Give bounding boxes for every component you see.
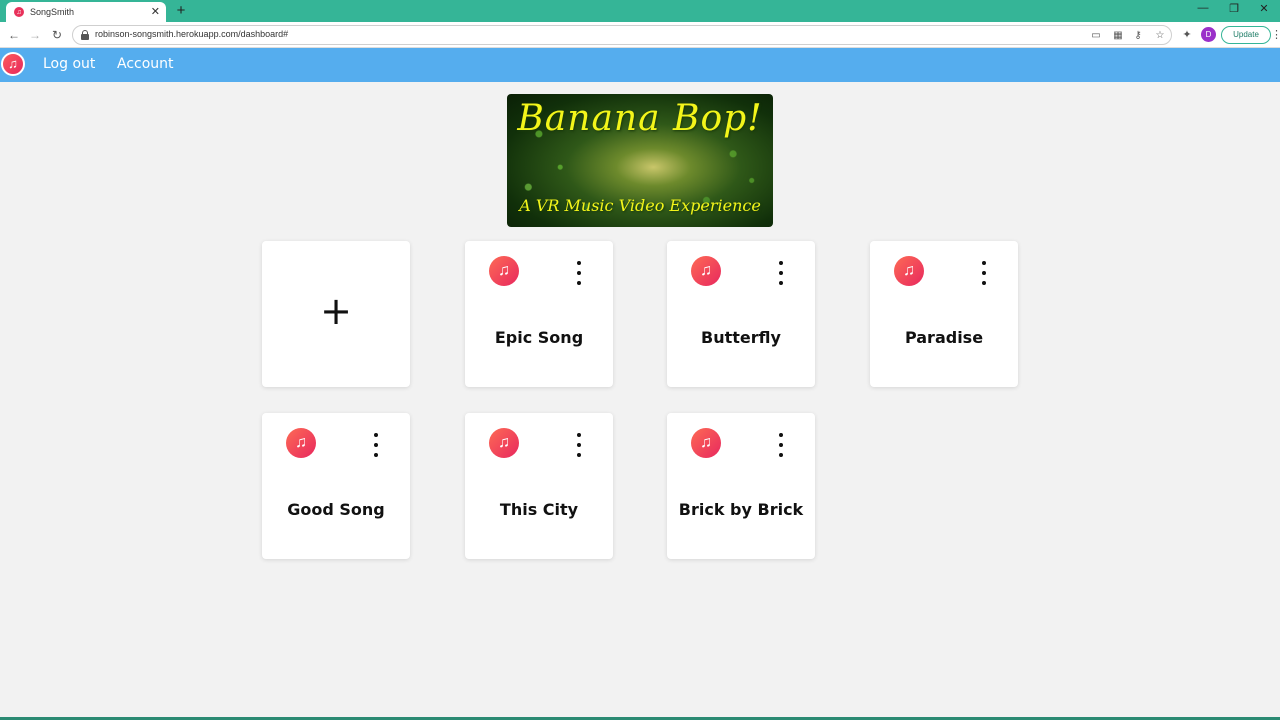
new-tab-button[interactable]: + xyxy=(172,2,190,20)
lock-icon xyxy=(81,30,89,40)
kebab-menu-icon[interactable] xyxy=(771,433,791,457)
music-note-icon[interactable]: ♫ xyxy=(1,52,25,76)
address-bar[interactable]: robinson-songsmith.herokuapp.com/dashboa… xyxy=(72,25,1172,45)
add-song-card[interactable]: + xyxy=(262,241,410,387)
cast-icon[interactable]: ▭ xyxy=(1089,29,1103,43)
browser-tab[interactable]: ♫ SongSmith ✕ xyxy=(6,2,166,22)
reload-icon[interactable]: ↻ xyxy=(48,26,66,44)
browser-tabstrip: ♫ SongSmith ✕ + — ❐ ✕ xyxy=(0,0,1280,22)
banana-bop-banner[interactable]: Banana Bop! A VR Music Video Experience xyxy=(507,94,773,227)
restore-button[interactable]: ❐ xyxy=(1219,2,1249,18)
song-title: Paradise xyxy=(904,328,984,347)
songsmith-favicon-icon: ♫ xyxy=(14,7,24,17)
music-note-icon: ♫ xyxy=(691,256,721,286)
app-navbar: ♫ Log out Account xyxy=(0,48,1280,82)
music-note-icon: ♫ xyxy=(894,256,924,286)
update-button[interactable]: Update xyxy=(1221,26,1271,44)
logout-link[interactable]: Log out xyxy=(43,56,95,72)
song-card[interactable]: ♫ Epic Song xyxy=(465,241,613,387)
song-card[interactable]: ♫ Good Song xyxy=(262,413,410,559)
browser-menu-icon[interactable]: ⋮ xyxy=(1271,26,1280,44)
bookmark-star-icon[interactable]: ☆ xyxy=(1153,29,1167,43)
song-title: Butterfly xyxy=(701,328,781,347)
banner-subtitle: A VR Music Video Experience xyxy=(519,196,761,215)
song-title: Brick by Brick xyxy=(678,500,804,519)
close-window-button[interactable]: ✕ xyxy=(1249,2,1279,18)
qr-code-icon[interactable]: ▦ xyxy=(1111,29,1125,43)
tab-close-icon[interactable]: ✕ xyxy=(151,5,160,18)
song-title: This City xyxy=(499,500,579,519)
address-url: robinson-songsmith.herokuapp.com/dashboa… xyxy=(95,29,289,39)
kebab-menu-icon[interactable] xyxy=(974,261,994,285)
kebab-menu-icon[interactable] xyxy=(366,433,386,457)
kebab-menu-icon[interactable] xyxy=(569,261,589,285)
song-card[interactable]: ♫ Paradise xyxy=(870,241,1018,387)
extensions-puzzle-icon[interactable]: ✦ xyxy=(1178,26,1196,44)
music-note-icon: ♫ xyxy=(489,428,519,458)
kebab-menu-icon[interactable] xyxy=(569,433,589,457)
profile-avatar[interactable]: D xyxy=(1201,27,1216,42)
song-card[interactable]: ♫ Brick by Brick xyxy=(667,413,815,559)
kebab-menu-icon[interactable] xyxy=(771,261,791,285)
tab-title: SongSmith xyxy=(30,7,75,17)
back-arrow-icon[interactable]: ← xyxy=(5,26,23,44)
song-title: Good Song xyxy=(287,500,385,519)
key-icon[interactable]: ⚷ xyxy=(1131,29,1145,43)
minimize-button[interactable]: — xyxy=(1188,2,1218,18)
music-note-icon: ♫ xyxy=(489,256,519,286)
account-link[interactable]: Account xyxy=(117,56,174,72)
banner-title: Banana Bop! xyxy=(517,98,763,139)
song-card[interactable]: ♫ Butterfly xyxy=(667,241,815,387)
forward-arrow-icon[interactable]: → xyxy=(26,26,44,44)
song-card[interactable]: ♫ This City xyxy=(465,413,613,559)
song-title: Epic Song xyxy=(494,328,584,347)
browser-toolbar: ← → ↻ robinson-songsmith.herokuapp.com/d… xyxy=(0,22,1280,48)
music-note-icon: ♫ xyxy=(286,428,316,458)
plus-icon: + xyxy=(320,289,352,333)
music-note-icon: ♫ xyxy=(691,428,721,458)
